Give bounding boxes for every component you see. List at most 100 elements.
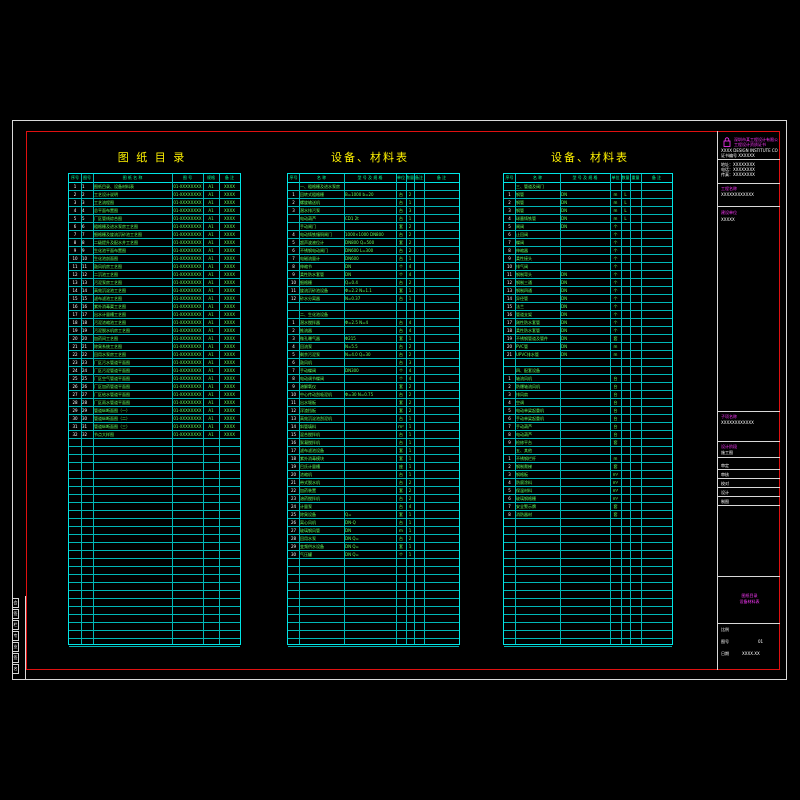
table-cell: 6 — [73, 224, 77, 229]
table-cell: XXXX — [224, 400, 235, 405]
table-cell: A1 — [208, 232, 214, 237]
table-cell: 12 — [290, 408, 297, 413]
table-row — [504, 623, 672, 631]
table-cell: DN800 Q=500 — [345, 240, 375, 245]
table-cell: 7 — [292, 256, 295, 261]
table-cell: 套 — [399, 240, 403, 245]
table-row: 7 手动葫芦 台 — [504, 423, 672, 431]
table-row: 6 不锈钢电动闸门 DN600 L=300 台 2 — [288, 247, 459, 255]
table-row: 4 球墨铸铁管 DN m L — [504, 215, 672, 223]
table-row: 6 6 粗格栅及进水泵房工艺图 01-XXXXXXXX A1 XXXX — [69, 223, 240, 231]
table-cell: 19 — [506, 336, 513, 341]
table-row — [504, 543, 672, 551]
table-cell: 手动蝶阀 — [300, 368, 316, 373]
table-cell: A1 — [208, 312, 214, 317]
drawing-no-value: 01 — [758, 639, 764, 644]
table-row: 12 12 二沉池工艺图 01-XXXXXXXX A1 XXXX — [69, 271, 240, 279]
table-row — [504, 519, 672, 527]
table-cell: 个 — [399, 272, 403, 277]
table-cell: 30 — [290, 552, 297, 557]
table-row: 5 5 厂区管线综合图 01-XXXXXXXX A1 XXXX — [69, 215, 240, 223]
table-cell: DN Q= — [345, 544, 359, 549]
table-cell: XXXX — [224, 216, 235, 221]
column-header: 备 注 — [651, 175, 662, 180]
table-cell: 套 — [399, 400, 403, 405]
table-cell: 29 — [290, 544, 297, 549]
table-row: 8 8 二级提升及配水井工艺图 01-XXXXXXXX A1 XXXX — [69, 239, 240, 247]
table-row: 12 钢制三通 DN 个 — [504, 279, 672, 287]
table-cell: 厂区污水管道平面图 — [94, 360, 130, 365]
table-cell: 管道纵断面图（三） — [94, 424, 130, 429]
table-cell: 2 — [408, 344, 412, 349]
table-cell: 1 — [408, 544, 412, 549]
table-cell: 15 — [82, 296, 88, 301]
table-cell: 2 — [508, 384, 511, 389]
table-cell: A1 — [208, 336, 214, 341]
table-cell: 9 — [292, 272, 295, 277]
table-cell: 套 — [613, 336, 618, 341]
table-cell: 2 — [408, 488, 412, 493]
table-cell: 24 — [290, 504, 297, 509]
table-row — [288, 631, 459, 639]
table-cell: 6 — [292, 248, 295, 253]
table-cell: 9 — [73, 248, 77, 253]
table-row: 29 变频供水设备 DN Q= 套 1 — [288, 543, 459, 551]
table-cell: 01-XXXXXXXX — [173, 272, 202, 277]
table-row: 17 17 出水计量槽工艺图 01-XXXXXXXX A1 XXXX — [69, 311, 240, 319]
table-row: 电动葫芦 CD1 2t 台 1 — [288, 215, 459, 223]
column-header: 序号 — [71, 175, 79, 180]
table-cell: 10 — [506, 264, 513, 269]
table-cell: 5 — [508, 408, 511, 413]
table-cell: 01-XXXXXXXX — [173, 344, 202, 349]
table-cell: 5 — [82, 216, 85, 221]
table-cell: Φ=30 N=0.75 — [345, 392, 374, 397]
table-row — [288, 559, 459, 567]
table-cell: 除臭系统工艺图 — [94, 344, 122, 349]
table-cell: 旋流沉砂池设备 — [300, 288, 328, 293]
table-cell: 3 — [408, 208, 412, 213]
table-cell: 01-XXXXXXXX — [173, 184, 202, 189]
table-cell: 01-XXXXXXXX — [173, 384, 202, 389]
table-row: 18 柔性防水套管 DN 个 — [504, 327, 672, 335]
table-cell: 个 — [613, 224, 618, 229]
table-cell: 台 — [399, 480, 403, 485]
project-value: XXXXXXXXXXXX — [721, 192, 754, 197]
table-cell: 3 — [508, 472, 511, 477]
table-row: 30 30 管道纵断面图（二） 01-XXXXXXXX A1 XXXX — [69, 415, 240, 423]
table-cell: 1 — [408, 432, 412, 437]
table-row: 2 推流器 台 4 — [288, 327, 459, 335]
table-cell: 1 — [408, 336, 412, 341]
table-cell: 个 — [613, 296, 618, 301]
table-cell: 8 — [292, 264, 295, 269]
table-row: 24 计量泵 台 4 — [288, 503, 459, 511]
table-cell: 套 — [613, 504, 618, 509]
table-cell: 4 — [508, 216, 511, 221]
table-cell: 19 — [82, 328, 88, 333]
table-cell: 2 — [508, 464, 511, 469]
table-cell: 2 — [408, 384, 412, 389]
table-cell: 玻璃钢格栅 — [516, 496, 536, 501]
table-cell: 污泥浓缩池工艺图 — [94, 320, 126, 325]
client-label: 建设单位 — [721, 210, 737, 215]
table-row: 19 巴氏计量槽 座 1 — [288, 463, 459, 471]
table-row: 20 PVC管 DN m — [504, 343, 672, 351]
table-cell: 污泥泵房工艺图 — [94, 280, 122, 285]
table-row — [69, 599, 240, 607]
table-cell: m — [613, 352, 618, 357]
table-row — [288, 591, 459, 599]
table-row — [504, 551, 672, 559]
table-cell: A1 — [208, 200, 214, 205]
table-cell: Q= — [345, 512, 352, 517]
stage-value: 施工图 — [721, 450, 733, 455]
table-cell: 伸缩节 — [300, 264, 312, 269]
table-cell: UPVC排水管 — [516, 352, 539, 357]
table-cell: 23 — [82, 360, 88, 365]
table-cell: 不锈钢栏杆 — [516, 456, 536, 461]
table-cell: A1 — [208, 400, 214, 405]
table-cell: 10 — [82, 256, 88, 261]
table-row — [288, 607, 459, 615]
table-cell: 高效沉淀池刮泥机 — [300, 416, 332, 421]
table-cell: DN — [345, 264, 352, 269]
table-cell: 26 — [72, 384, 78, 389]
table-cell: DN — [561, 192, 568, 197]
